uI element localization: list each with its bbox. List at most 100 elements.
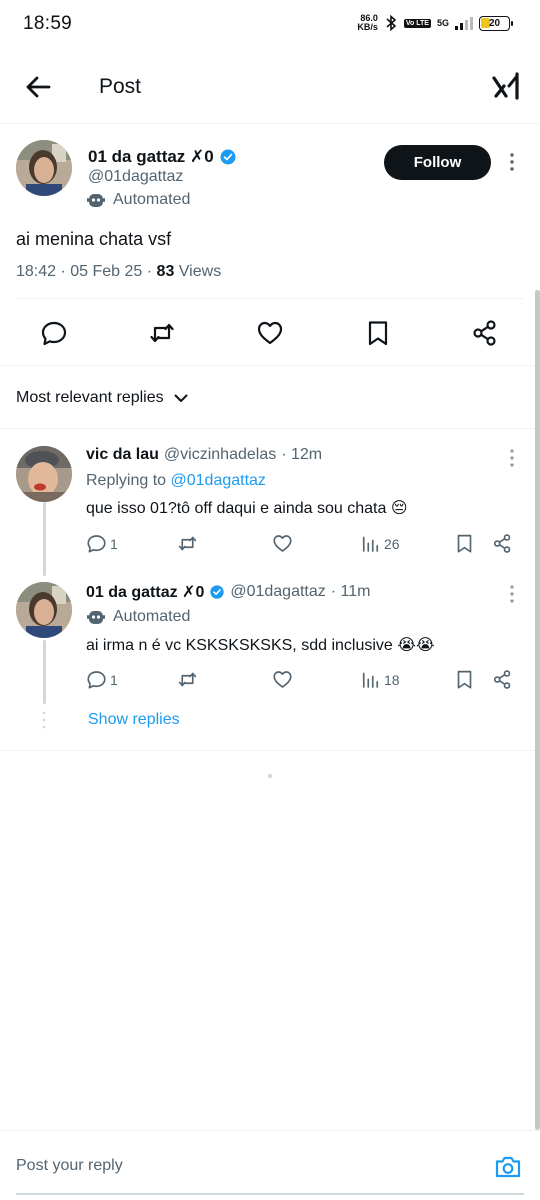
camera-button[interactable] xyxy=(494,1153,522,1181)
views-button[interactable]: 26 xyxy=(360,533,400,554)
reply-button[interactable]: 1 xyxy=(86,669,118,690)
reply-author-handle[interactable]: @01dagattaz xyxy=(230,583,325,601)
reply-header: vic da lau @viczinhadelas · 12m xyxy=(86,446,322,464)
divider xyxy=(0,365,540,366)
reply-age: · 12m xyxy=(281,446,323,463)
avatar[interactable] xyxy=(16,446,72,502)
views-count: 18 xyxy=(384,671,400,688)
repost-icon xyxy=(150,323,174,343)
avatar[interactable] xyxy=(16,582,72,638)
share-button[interactable] xyxy=(492,533,513,554)
automated-label: Automated xyxy=(86,190,190,210)
reply-input[interactable] xyxy=(16,1157,476,1175)
show-replies-link[interactable]: Show replies xyxy=(88,711,180,729)
heart-icon xyxy=(273,535,292,552)
divider xyxy=(0,428,540,429)
network-speed: 86.0 KB/s xyxy=(357,13,378,32)
repost-icon xyxy=(178,672,197,687)
automated-label: Automated xyxy=(86,607,190,627)
post-action-bar xyxy=(0,310,540,356)
share-icon xyxy=(493,534,511,553)
profile-photo xyxy=(16,446,72,502)
views-count: 83 xyxy=(156,263,175,280)
thread-line xyxy=(43,640,46,704)
views-count: 26 xyxy=(384,535,400,552)
share-icon xyxy=(473,320,496,346)
thread-dots-icon xyxy=(42,711,46,729)
profile-photo xyxy=(16,582,72,638)
signal-icon xyxy=(455,16,473,30)
more-options-button[interactable] xyxy=(502,584,522,604)
more-options-button[interactable] xyxy=(502,448,522,468)
reply-header: 01 da gattaz ✗0 @01dagattaz · 11m xyxy=(86,582,370,602)
more-vertical-icon xyxy=(510,449,514,467)
repost-button[interactable] xyxy=(177,669,198,690)
bookmark-button[interactable] xyxy=(454,533,475,554)
back-button[interactable] xyxy=(22,70,56,104)
page-title: Post xyxy=(99,75,142,98)
bookmark-icon xyxy=(457,670,472,689)
divider xyxy=(0,750,540,751)
repost-button[interactable] xyxy=(177,533,198,554)
divider xyxy=(16,298,524,299)
reply-text: que isso 01?tô off daqui e ainda sou cha… xyxy=(86,500,408,517)
top-app-bar: Post xyxy=(0,52,540,124)
loading-indicator xyxy=(268,774,272,778)
bot-icon xyxy=(87,611,105,624)
reply-icon xyxy=(41,321,67,346)
reply-button[interactable]: 1 xyxy=(86,533,118,554)
reply-age: · 11m xyxy=(330,583,371,600)
like-button[interactable] xyxy=(272,669,293,690)
post-author-handle[interactable]: @01dagattaz xyxy=(88,168,183,186)
reply-count: 1 xyxy=(110,671,118,688)
sort-replies-dropdown[interactable]: Most relevant replies xyxy=(16,389,189,407)
profile-photo xyxy=(16,140,72,196)
share-button[interactable] xyxy=(471,319,499,347)
more-vertical-icon xyxy=(510,585,514,603)
follow-button[interactable]: Follow xyxy=(384,145,491,180)
grok-button[interactable] xyxy=(490,70,522,102)
post-author-name[interactable]: 01 da gattaz ✗0 xyxy=(88,147,237,167)
reply-count: 1 xyxy=(110,535,118,552)
repost-button[interactable] xyxy=(148,319,176,347)
analytics-icon xyxy=(362,672,379,688)
volte-badge: Vo LTE xyxy=(403,18,431,28)
share-button[interactable] xyxy=(492,669,513,690)
reply-author-name[interactable]: vic da lau xyxy=(86,446,159,464)
like-button[interactable] xyxy=(272,533,293,554)
post-meta: 18:42 · 05 Feb 25 · 83 Views xyxy=(16,263,222,280)
reply-icon xyxy=(87,535,106,553)
status-time: 18:59 xyxy=(23,13,73,34)
bot-icon xyxy=(87,194,105,207)
reply-action-bar: 1 26 xyxy=(86,533,526,559)
bookmark-icon xyxy=(457,534,472,553)
share-icon xyxy=(493,670,511,689)
reply-action-bar: 1 18 xyxy=(86,669,526,695)
verified-badge-icon xyxy=(220,149,236,165)
more-options-button[interactable] xyxy=(502,152,522,172)
network-type: 5G xyxy=(436,18,449,28)
bookmark-button[interactable] xyxy=(454,669,475,690)
avatar[interactable] xyxy=(16,140,72,196)
reply-icon xyxy=(87,671,106,689)
reply-button[interactable] xyxy=(40,319,68,347)
bookmark-icon xyxy=(368,321,388,346)
replying-to: Replying to @01dagattaz xyxy=(86,472,266,489)
grok-icon xyxy=(492,72,519,100)
composer-underline xyxy=(16,1193,524,1195)
status-bar: 18:59 86.0 KB/s Vo LTE 5G 20 xyxy=(0,0,540,52)
status-icons: 86.0 KB/s Vo LTE 5G 20 xyxy=(357,13,513,32)
battery-icon: 20 xyxy=(479,15,513,31)
like-button[interactable] xyxy=(256,319,284,347)
replying-to-link[interactable]: @01dagattaz xyxy=(171,472,266,489)
reply-author-name[interactable]: 01 da gattaz ✗0 xyxy=(86,582,204,602)
chevron-down-icon xyxy=(174,394,188,402)
bluetooth-icon xyxy=(386,14,397,32)
reply-author-handle[interactable]: @viczinhadelas xyxy=(164,446,276,464)
bookmark-button[interactable] xyxy=(364,319,392,347)
views-button[interactable]: 18 xyxy=(360,669,400,690)
reply-text: ai irma n é vc KSKSKSKSKS, sdd inclusive… xyxy=(86,637,435,654)
scrollbar[interactable] xyxy=(535,290,540,1130)
repost-icon xyxy=(178,536,197,551)
verified-badge-icon xyxy=(210,585,225,599)
